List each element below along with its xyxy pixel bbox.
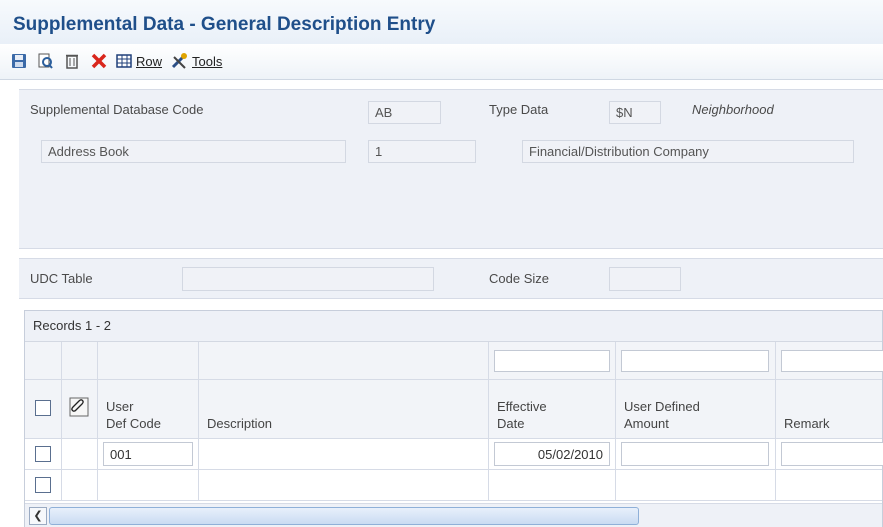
header-description-label: Description bbox=[207, 416, 273, 431]
amount-input[interactable] bbox=[621, 442, 769, 466]
records-count: Records 1 - 2 bbox=[25, 311, 882, 342]
udc-table-label: UDC Table bbox=[30, 271, 93, 286]
toolbar: Row Tools bbox=[0, 44, 883, 80]
row-amount-cell bbox=[616, 439, 776, 469]
attachment-icon[interactable] bbox=[69, 397, 89, 417]
header-effective-date-line1: Effective bbox=[497, 399, 547, 414]
filter-row bbox=[25, 342, 883, 380]
row-amount-cell[interactable] bbox=[616, 470, 776, 500]
row-select-cell bbox=[25, 439, 62, 469]
chevron-left-icon: ❮ bbox=[33, 509, 43, 522]
horizontal-scrollbar[interactable]: ❮ bbox=[25, 503, 882, 527]
db-code-label: Supplemental Database Code bbox=[30, 102, 204, 117]
records-grid: Records 1 - 2 User Def Code Description … bbox=[24, 310, 883, 527]
filter-cell-date bbox=[489, 342, 616, 379]
row-menu-label: Row bbox=[136, 54, 163, 69]
type-data-description: Neighborhood bbox=[692, 102, 774, 117]
user-def-code-input[interactable]: 001 bbox=[103, 442, 193, 466]
header-select-all bbox=[25, 380, 62, 438]
udc-panel: UDC Table Code Size bbox=[19, 258, 883, 299]
table-row[interactable] bbox=[25, 470, 882, 501]
sequence-field: 1 bbox=[368, 140, 476, 163]
company-description: Financial/Distribution Company bbox=[522, 140, 854, 163]
page-title: Supplemental Data - General Description … bbox=[13, 14, 436, 35]
header-effective-date-line2: Date bbox=[497, 416, 525, 431]
header-remark[interactable]: Remark bbox=[776, 380, 883, 438]
row-checkbox[interactable] bbox=[35, 446, 51, 462]
filter-cell-amount bbox=[616, 342, 776, 379]
header-amount-line1: User Defined bbox=[624, 399, 700, 414]
row-remark-cell bbox=[776, 439, 883, 469]
row-icon[interactable] bbox=[115, 52, 133, 70]
filter-cell-description bbox=[199, 342, 489, 379]
remark-input[interactable] bbox=[781, 442, 883, 466]
row-checkbox[interactable] bbox=[35, 477, 51, 493]
header-attachment bbox=[62, 380, 98, 438]
tools-icon[interactable] bbox=[170, 52, 188, 70]
row-attachment-cell bbox=[62, 439, 98, 469]
row-code-cell[interactable] bbox=[98, 470, 199, 500]
row-remark-cell[interactable] bbox=[776, 470, 883, 500]
row-description-cell[interactable] bbox=[199, 470, 489, 500]
row-description-cell[interactable] bbox=[199, 439, 489, 469]
effective-date-input[interactable]: 05/02/2010 bbox=[494, 442, 610, 466]
scroll-left-button[interactable]: ❮ bbox=[29, 507, 47, 525]
row-attachment-cell bbox=[62, 470, 98, 500]
type-data-label: Type Data bbox=[489, 102, 549, 117]
row-date-cell: 05/02/2010 bbox=[489, 439, 616, 469]
row-code-cell: 001 bbox=[98, 439, 199, 469]
header-amount-line2: Amount bbox=[624, 416, 669, 431]
header-user-defined-amount[interactable]: User Defined Amount bbox=[616, 380, 776, 438]
delete-icon[interactable] bbox=[90, 52, 108, 70]
header-user-def-code[interactable]: User Def Code bbox=[98, 380, 199, 438]
copy-icon[interactable] bbox=[36, 52, 54, 70]
filter-cell-code bbox=[98, 342, 199, 379]
tools-menu[interactable]: Tools bbox=[192, 54, 222, 69]
row-select-cell bbox=[25, 470, 62, 500]
code-size-label: Code Size bbox=[489, 271, 549, 286]
trash-icon[interactable] bbox=[63, 52, 81, 70]
remark-filter[interactable] bbox=[781, 350, 883, 372]
table-row[interactable]: 001 05/02/2010 bbox=[25, 439, 883, 470]
udc-table-field[interactable] bbox=[182, 267, 434, 291]
filter-cell-select bbox=[25, 342, 62, 379]
select-all-checkbox[interactable] bbox=[35, 400, 51, 416]
header-user-def-code-line2: Def Code bbox=[106, 416, 161, 431]
db-code-field[interactable]: AB bbox=[368, 101, 441, 124]
effective-date-filter[interactable] bbox=[494, 350, 610, 372]
filter-cell-remark bbox=[776, 342, 883, 379]
db-code-description: Address Book bbox=[41, 140, 346, 163]
header-effective-date[interactable]: Effective Date bbox=[489, 380, 616, 438]
tools-menu-label: Tools bbox=[192, 54, 223, 69]
header-remark-label: Remark bbox=[784, 416, 830, 431]
save-icon[interactable] bbox=[10, 52, 28, 70]
header-description[interactable]: Description bbox=[199, 380, 489, 438]
code-size-field[interactable] bbox=[609, 267, 681, 291]
header-user-def-code-line1: User bbox=[106, 399, 134, 414]
title-bar: Supplemental Data - General Description … bbox=[0, 0, 883, 44]
column-header-row: User Def Code Description Effective Date… bbox=[25, 380, 882, 439]
type-data-field[interactable]: $N bbox=[609, 101, 661, 124]
filter-cell-attach bbox=[62, 342, 98, 379]
row-date-cell[interactable] bbox=[489, 470, 616, 500]
scroll-thumb[interactable] bbox=[49, 507, 639, 525]
row-menu[interactable]: Row bbox=[136, 54, 162, 69]
amount-filter[interactable] bbox=[621, 350, 769, 372]
header-panel: Supplemental Database Code AB Type Data … bbox=[19, 89, 883, 249]
